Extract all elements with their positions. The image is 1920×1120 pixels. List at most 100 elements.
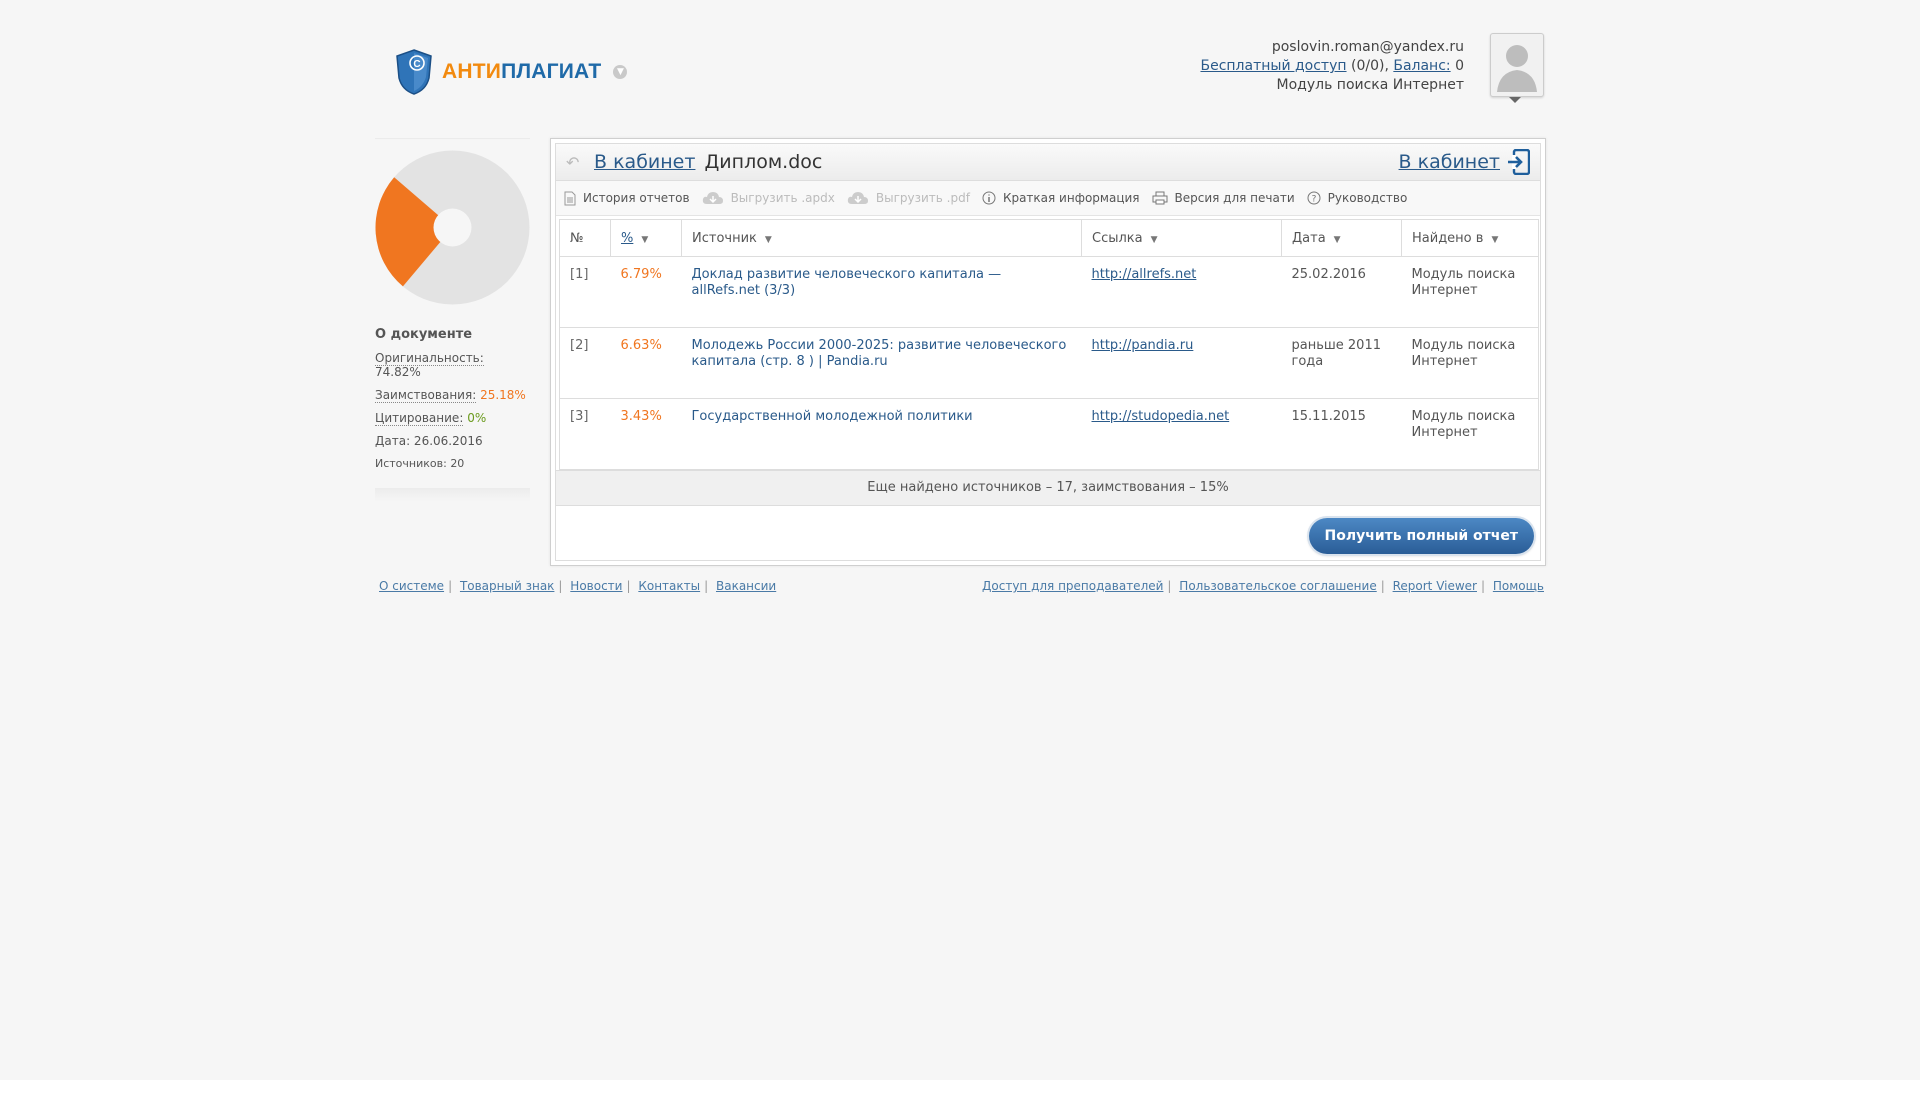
originality-label[interactable]: Оригинальность: <box>375 351 484 366</box>
guide-label: Руководство <box>1327 191 1408 205</box>
borrowing-stat: Заимствования: 25.18% <box>375 388 530 403</box>
row-date: 25.02.2016 <box>1281 256 1402 328</box>
back-arrow-icon[interactable]: ↶ <box>566 153 584 172</box>
originality-value: 74.82% <box>375 365 421 379</box>
row-source[interactable]: Государственной молодежной политики <box>681 398 1082 470</box>
divider <box>375 488 530 502</box>
citation-stat: Цитирование: 0% <box>375 411 530 426</box>
col-date-header[interactable]: Дата ▼ <box>1281 219 1402 257</box>
svg-text:?: ? <box>1311 195 1316 205</box>
date-stat: Дата: 26.06.2016 <box>375 434 483 448</box>
logo-dropdown-icon[interactable]: ▼ <box>613 65 628 79</box>
brief-info-label: Краткая информация <box>1002 191 1140 205</box>
col-pct-header[interactable]: % ▼ <box>610 219 682 257</box>
footer-left-links: О системе | Товарный знак | Новости | Конта… <box>379 579 777 593</box>
table-row: [1] 6.79% Доклад развитие человеческого … <box>559 256 1539 328</box>
user-info: poslovin.roman@yandex.ru Бесплатный дост… <box>1200 38 1464 95</box>
borrowing-value: 25.18% <box>480 388 526 402</box>
sort-arrow-icon[interactable]: ▼ <box>765 235 772 245</box>
report-panel-inner: ↶ В кабинет Диплом.doc В кабинет История… <box>555 143 1541 561</box>
row-source[interactable]: Молодежь России 2000-2025: развитие чело… <box>681 327 1082 399</box>
table-row: [3] 3.43% Государственной молодежной пол… <box>559 398 1539 470</box>
history-button[interactable]: История отчетов <box>564 191 690 206</box>
sort-arrow-icon[interactable]: ▼ <box>1491 235 1498 245</box>
sort-arrow-icon[interactable]: ▼ <box>1151 235 1158 245</box>
citation-label[interactable]: Цитирование: <box>375 411 464 426</box>
question-icon: ? <box>1307 191 1321 205</box>
export-apdx-button[interactable]: Выгрузить .apdx <box>702 191 835 205</box>
footer-right-links: Доступ для преподавателей | Пользовательс… <box>982 579 1544 593</box>
row-num: [2] <box>559 327 611 399</box>
cabinet-link-right-group[interactable]: В кабинет <box>1399 149 1530 175</box>
col-num-header: № <box>559 219 611 257</box>
row-pct: 6.63% <box>610 327 682 399</box>
logo-text: АНТИПЛАГИАТ <box>442 60 602 83</box>
more-sources-text: Еще найдено источников – 17, заимствован… <box>556 470 1540 506</box>
balance-link[interactable]: Баланс: <box>1393 58 1450 74</box>
history-label: История отчетов <box>583 191 690 205</box>
footer-link-agreement[interactable]: Пользовательское соглашение <box>1179 579 1376 593</box>
pie-center-hole <box>433 208 472 247</box>
row-pct: 6.79% <box>610 256 682 328</box>
col-source-header[interactable]: Источник ▼ <box>681 219 1082 257</box>
document-icon <box>564 191 576 205</box>
module-label: Модуль поиска Интернет <box>1276 77 1464 93</box>
sources-stat: Источников: 20 <box>375 457 465 470</box>
export-pdf-label: Выгрузить .pdf <box>875 191 970 205</box>
footer-link-trademark[interactable]: Товарный знак <box>460 579 554 593</box>
sort-arrow-icon[interactable]: ▼ <box>641 235 648 245</box>
print-version-button[interactable]: Версия для печати <box>1152 191 1295 205</box>
footer-link-teachers[interactable]: Доступ для преподавателей <box>982 579 1163 593</box>
table-header-row: № % ▼ Источник ▼ Ссылка ▼ Дата ▼ Найдено в ▼ <box>559 219 1539 257</box>
col-found-header[interactable]: Найдено в ▼ <box>1401 219 1539 257</box>
row-num: [1] <box>559 256 611 328</box>
row-found: Модуль поиска Интернет <box>1401 256 1539 328</box>
citation-value: 0% <box>467 411 487 425</box>
report-title-bar: ↶ В кабинет Диплом.doc В кабинет <box>556 144 1540 181</box>
print-version-label: Версия для печати <box>1174 191 1295 205</box>
row-link[interactable]: http://studopedia.net <box>1092 409 1230 424</box>
printer-icon <box>1152 191 1168 205</box>
footer-link-contacts[interactable]: Контакты <box>638 579 700 593</box>
svg-text:C: C <box>413 59 420 70</box>
page-bottom-strip <box>0 1080 1920 1120</box>
document-name: Диплом.doc <box>704 151 823 173</box>
borrowing-label[interactable]: Заимствования: <box>375 388 477 403</box>
row-num: [3] <box>559 398 611 470</box>
balance-value: 0 <box>1455 58 1464 74</box>
footer-link-news[interactable]: Новости <box>570 579 622 593</box>
table-row: [2] 6.63% Молодежь России 2000-2025: раз… <box>559 327 1539 399</box>
cabinet-link[interactable]: В кабинет <box>594 151 695 173</box>
sort-arrow-icon[interactable]: ▼ <box>1334 235 1341 245</box>
full-report-button[interactable]: Получить полный отчет <box>1308 518 1534 554</box>
originality-stat: Оригинальность: 74.82% <box>375 351 530 379</box>
chevron-down-icon[interactable] <box>1509 97 1521 103</box>
originality-pie-chart <box>375 150 530 305</box>
avatar[interactable] <box>1490 33 1544 97</box>
free-access-link[interactable]: Бесплатный доступ <box>1200 58 1346 74</box>
cloud-download-icon <box>847 192 868 204</box>
shield-icon: C <box>396 49 432 95</box>
footer-link-vacancies[interactable]: Вакансии <box>716 579 776 593</box>
row-link[interactable]: http://pandia.ru <box>1092 338 1194 353</box>
brief-info-button[interactable]: Краткая информация <box>982 191 1140 205</box>
document-summary: О документе Оригинальность: 74.82% Заимс… <box>375 138 530 502</box>
row-link[interactable]: http://allrefs.net <box>1092 267 1197 282</box>
footer-link-about[interactable]: О системе <box>379 579 444 593</box>
row-source[interactable]: Доклад развитие человеческого капитала —… <box>681 256 1082 328</box>
logo[interactable]: C АНТИПЛАГИАТ ▼ <box>394 48 628 96</box>
col-link-header[interactable]: Ссылка ▼ <box>1081 219 1282 257</box>
exit-icon[interactable] <box>1506 149 1530 175</box>
row-found: Модуль поиска Интернет <box>1401 398 1539 470</box>
cabinet-link-right[interactable]: В кабинет <box>1399 151 1500 173</box>
user-icon <box>1497 45 1537 92</box>
row-date: 15.11.2015 <box>1281 398 1402 470</box>
footer-link-help[interactable]: Помощь <box>1493 579 1544 593</box>
footer-link-report-viewer[interactable]: Report Viewer <box>1393 579 1477 593</box>
cloud-download-icon <box>702 192 723 204</box>
guide-button[interactable]: ? Руководство <box>1307 191 1408 205</box>
export-apdx-label: Выгрузить .apdx <box>730 191 835 205</box>
export-pdf-button[interactable]: Выгрузить .pdf <box>847 191 970 205</box>
about-title: О документе <box>375 327 473 342</box>
sources-table: № % ▼ Источник ▼ Ссылка ▼ Дата ▼ Найдено в ▼ … <box>559 219 1539 470</box>
